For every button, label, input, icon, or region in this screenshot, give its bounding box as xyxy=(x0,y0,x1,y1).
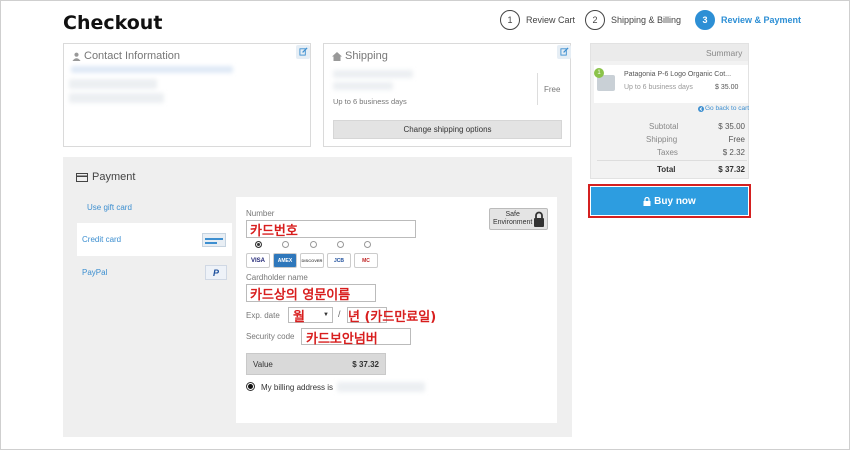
product-price: $ 35.00 xyxy=(715,84,739,91)
change-shipping-button[interactable]: Change shipping options xyxy=(333,120,562,139)
shipping-label: Shipping xyxy=(646,135,678,144)
shipping-title: Shipping xyxy=(345,50,388,62)
shipping-time: Up to 6 business days xyxy=(333,97,407,106)
step-label: Shipping & Billing xyxy=(611,15,682,25)
arrow-left-icon xyxy=(698,105,704,112)
payment-header: Payment xyxy=(76,171,135,183)
exp-separator: / xyxy=(338,309,341,319)
contact-info-title: Contact Information xyxy=(84,50,180,62)
amex-icon: AMEX xyxy=(273,253,297,268)
redacted-text xyxy=(71,66,233,73)
buy-now-label: Buy now xyxy=(654,195,696,207)
value-display: Value $ 37.32 xyxy=(246,353,386,375)
taxes-label: Taxes xyxy=(657,148,678,157)
shipping-header: Shipping xyxy=(332,50,388,62)
tab-paypal-label: PayPal xyxy=(82,268,108,277)
billing-address-radio[interactable] xyxy=(246,382,255,391)
billing-address-label: My billing address is xyxy=(261,383,334,392)
value-label: Value xyxy=(253,359,273,369)
product-name: Patagonia P-6 Logo Organic Cot... xyxy=(624,71,732,78)
contact-info-header: Contact Information xyxy=(72,50,180,62)
pencil-icon xyxy=(298,43,308,61)
home-icon xyxy=(332,51,342,61)
quantity-badge: 1 xyxy=(594,68,604,78)
security-code-label: Security code xyxy=(246,332,295,341)
divider xyxy=(537,73,538,105)
paypal-icon: P xyxy=(205,265,227,280)
product-shipping-time: Up to 6 business days xyxy=(624,84,693,91)
redacted-text xyxy=(69,93,164,103)
safe-environment-badge: Safe Environment xyxy=(489,208,548,230)
divider xyxy=(597,160,747,161)
total-label: Total xyxy=(657,165,676,174)
mastercard-icon: MC xyxy=(354,253,378,268)
annotation-security: 카드보안넘버 xyxy=(306,332,378,347)
redacted-address xyxy=(337,382,425,392)
number-label: Number xyxy=(246,209,275,218)
total-value: $ 37.32 xyxy=(718,165,745,174)
credit-card-icon xyxy=(76,172,88,182)
radio-dot xyxy=(248,384,253,389)
tab-paypal[interactable]: PayPal P xyxy=(77,256,232,289)
discover-icon: DISCOVER xyxy=(300,253,324,268)
shipping-value: Free xyxy=(728,135,745,144)
card-type-radio-amex[interactable] xyxy=(282,241,289,248)
environment-label: Environment xyxy=(493,219,533,226)
payment-title: Payment xyxy=(92,171,136,183)
card-type-radio-mastercard[interactable] xyxy=(364,241,371,248)
redacted-text xyxy=(333,70,413,78)
card-type-radio-visa[interactable] xyxy=(255,241,262,248)
step-number: 3 xyxy=(695,10,715,30)
safe-label: Safe xyxy=(505,211,520,218)
edit-contact-button[interactable] xyxy=(296,45,310,59)
tab-credit-card-label: Credit card xyxy=(82,235,122,244)
annotation-year: 년 (카드만료일) xyxy=(348,310,437,325)
card-type-radio-discover[interactable] xyxy=(310,241,317,248)
pencil-icon xyxy=(559,43,569,61)
step-number: 2 xyxy=(585,10,605,30)
subtotal-value: $ 35.00 xyxy=(718,122,745,131)
jcb-icon: JCB xyxy=(327,253,351,268)
step-label: Review Cart xyxy=(526,15,576,25)
value-amount: $ 37.32 xyxy=(352,359,379,369)
shipping-price: Free xyxy=(544,85,561,94)
redacted-text xyxy=(333,82,393,90)
step-review-payment[interactable]: 3 Review & Payment xyxy=(695,10,801,30)
step-shipping-billing[interactable]: 2 Shipping & Billing xyxy=(585,10,681,30)
annotation-month: 월 xyxy=(293,310,305,325)
edit-shipping-button[interactable] xyxy=(557,45,571,59)
step-number: 1 xyxy=(500,10,520,30)
buy-now-button[interactable]: Buy now xyxy=(591,187,748,215)
taxes-value: $ 2.32 xyxy=(722,148,745,157)
annotation-card-number: 카드번호 xyxy=(250,224,298,239)
annotation-cardholder: 카드상의 영문이름 xyxy=(250,288,351,303)
subtotal-label: Subtotal xyxy=(649,122,679,131)
lock-icon xyxy=(533,211,545,227)
cardholder-label: Cardholder name xyxy=(246,273,308,282)
back-to-cart-label: Go back to cart xyxy=(705,105,750,112)
summary-title: Summary xyxy=(706,48,743,58)
visa-icon: VISA xyxy=(246,253,270,268)
redacted-text xyxy=(69,79,157,89)
card-type-radio-jcb[interactable] xyxy=(337,241,344,248)
exp-date-label: Exp. date xyxy=(246,311,280,320)
page-title: Checkout xyxy=(63,12,163,34)
step-label: Review & Payment xyxy=(721,15,802,25)
user-icon xyxy=(72,52,81,61)
tab-gift-card[interactable]: Use gift card xyxy=(77,191,232,224)
back-to-cart-link[interactable]: Go back to cart xyxy=(698,105,749,112)
credit-card-icon xyxy=(202,233,226,247)
caret-down-icon: ▼ xyxy=(323,312,329,318)
tab-credit-card[interactable]: Credit card xyxy=(77,223,232,256)
step-review-cart[interactable]: 1 Review Cart xyxy=(500,10,575,30)
lock-icon xyxy=(643,196,651,206)
